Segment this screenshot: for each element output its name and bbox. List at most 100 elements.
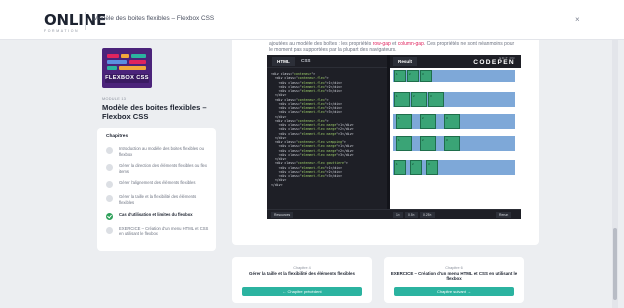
flex-item-demo: 3 [420,70,432,82]
next-chapter-card: Chapitre 6 EXERCICE – Création d'un menu… [384,257,524,303]
result-preview: 1 2 3 1 2 3 1 2 3 1 2 3 1 2 3 [390,68,521,209]
zoom-025x-button[interactable]: 0.25× [420,212,435,218]
chapter-item-current[interactable]: Cas d'utilisation et limites du flexbox [103,212,210,220]
codepen-embed: HTML CSS <div class="conteneur"> <div cl… [267,55,521,219]
flex-item-demo: 1 [394,70,406,82]
flex-item-demo: 3 [444,114,460,129]
code-tag: "> [343,161,348,166]
top-bar: ONLINE FORMATION Modèle des boites flexi… [0,0,624,40]
chapter-label: Cas d'utilisation et limites du flexbox [119,211,193,217]
chapter-item[interactable]: Gérer l'alignement des éléments flexible… [103,180,210,189]
code-line: </div> [271,183,387,187]
flex-item-label: 2 [422,137,424,142]
previous-chapter-button[interactable]: ← Chapitre précédent [242,287,362,296]
code-tag: </div> [271,182,283,187]
flex-item-demo: 3 [428,92,444,107]
flex-item-label: 1 [396,71,398,76]
module-tag: MODULE 13 [102,97,127,101]
chapter-status-icon [106,164,113,172]
flex-container-demo: 1 2 3 [393,136,515,151]
code-tag: ">3</div> [336,152,354,157]
module-title: Modèle des boites flexibles – Flexbox CS… [102,103,207,121]
flex-item-demo: 1 [394,160,406,175]
flex-item-demo: 1 [394,92,410,107]
next-chapter-title: EXERCICE – Création d'un menu HTML et CS… [390,271,518,282]
code-class: element-flex marge [301,131,337,136]
tab-result[interactable]: Result [393,57,418,66]
lesson-paragraph: ajoutées au modèle des boîtes : les prop… [269,41,519,53]
code-tag: ">3</div> [324,89,343,93]
chapter-label: Introduction au modèle des boites flexib… [119,146,204,157]
close-icon[interactable]: × [575,15,580,24]
flex-item-label: 2 [409,71,411,76]
course-thumbnail-label: FLEXBOX CSS [105,74,149,83]
chapters-card: Chapitres Introduction au modèle des boi… [97,128,216,251]
topbar-divider [85,12,86,30]
intro-text: et [390,41,398,47]
lesson-content: ajoutées au modèle des boîtes : les prop… [232,40,539,245]
logo-subtitle: FORMATION [44,29,80,33]
flex-container-demo: 1 2 3 [393,70,515,82]
code-tag: ">3</div> [324,110,343,115]
rerun-button[interactable]: Rerun [496,212,512,218]
flex-item-label: 2 [412,161,414,166]
chapter-item[interactable]: Gérer la direction des éléments flexible… [103,163,210,174]
chapter-label: Gérer la direction des éléments flexible… [119,163,207,174]
flex-item-label: 1 [398,137,400,142]
page-scrollbar-thumb[interactable] [613,228,617,300]
course-thumbnail: FLEXBOX CSS [102,48,152,88]
chapter-label: Gérer la taille et la flexibilité des él… [119,194,197,205]
code-tag: ">3</div> [336,131,354,136]
flex-container-demo: 1 2 3 [393,114,515,129]
flex-container-demo: 1 2 3 [393,92,515,107]
codepen-footer: Resources 1× 0.5× 0.25× Rerun [267,209,521,219]
codepen-logo[interactable]: EDIT ON CODEPEN [473,56,515,66]
result-header: Result EDIT ON CODEPEN [390,55,521,68]
flex-item-demo: 1 [396,136,412,151]
tab-css[interactable]: CSS [301,58,310,63]
code-tag: ">3</div> [324,174,343,178]
code-keyword: row-gap [372,41,391,47]
flex-item-label: 1 [396,93,398,98]
tab-html[interactable]: HTML [272,57,295,66]
chapter-item[interactable]: EXERCICE – Création d'un menu HTML et CS… [103,226,210,237]
chapter-status-icon [106,226,113,234]
flex-item-label: 3 [446,115,448,120]
flex-item-demo: 1 [396,114,412,129]
chapter-status-icon [106,147,113,154]
check-circle-icon [106,212,113,220]
flex-item-label: 2 [422,115,424,120]
chapters-heading: Chapitres [106,134,129,139]
zoom-1x-button[interactable]: 1× [393,212,403,218]
code-class: element-flex [301,174,325,178]
previous-chapter-card: Chapitre 4 Gérer la taille et la flexibi… [232,257,372,303]
next-chapter-number: Chapitre 6 [445,266,463,270]
html-code-panel[interactable]: <div class="conteneur"> <div class="cont… [271,72,387,187]
flex-item-demo: 2 [411,92,427,107]
code-keyword: column-gap [397,41,424,47]
chapter-status-icon [106,181,113,189]
course-sidebar: FLEXBOX CSS MODULE 13 Modèle des boites … [97,48,219,251]
intro-text: ajoutées au modèle des boîtes : les prop… [269,41,373,47]
chapter-item[interactable]: Introduction au modèle des boites flexib… [103,146,210,157]
zoom-05x-button[interactable]: 0.5× [405,212,418,218]
resources-button[interactable]: Resources [271,212,294,218]
flex-item-demo: 2 [407,70,419,82]
flex-item-demo: 2 [420,136,436,151]
lesson-title: Modèle des boites flexibles – Flexbox CS… [93,15,215,22]
chapter-item[interactable]: Gérer la taille et la flexibilité des él… [103,194,210,205]
flex-item-label: 3 [446,137,448,142]
code-class: element-flex marge [301,152,337,157]
codepen-wordmark: CODEPEN [473,59,515,66]
flex-item-label: 3 [422,71,424,76]
flex-item-demo: 2 [420,114,436,129]
flex-item-label: 2 [413,93,415,98]
flex-item-label: 3 [430,93,432,98]
code-class: element-flex [301,110,325,115]
flex-container-demo: 1 2 3 [393,160,515,175]
chapter-label: EXERCICE – Création d'un menu HTML et CS… [119,225,209,237]
flex-item-demo: 2 [410,160,422,175]
flex-item-demo: 3 [444,136,460,151]
previous-chapter-title: Gérer la taille et la flexibilité des él… [249,271,355,276]
next-chapter-button[interactable]: Chapitre suivant → [394,287,514,296]
